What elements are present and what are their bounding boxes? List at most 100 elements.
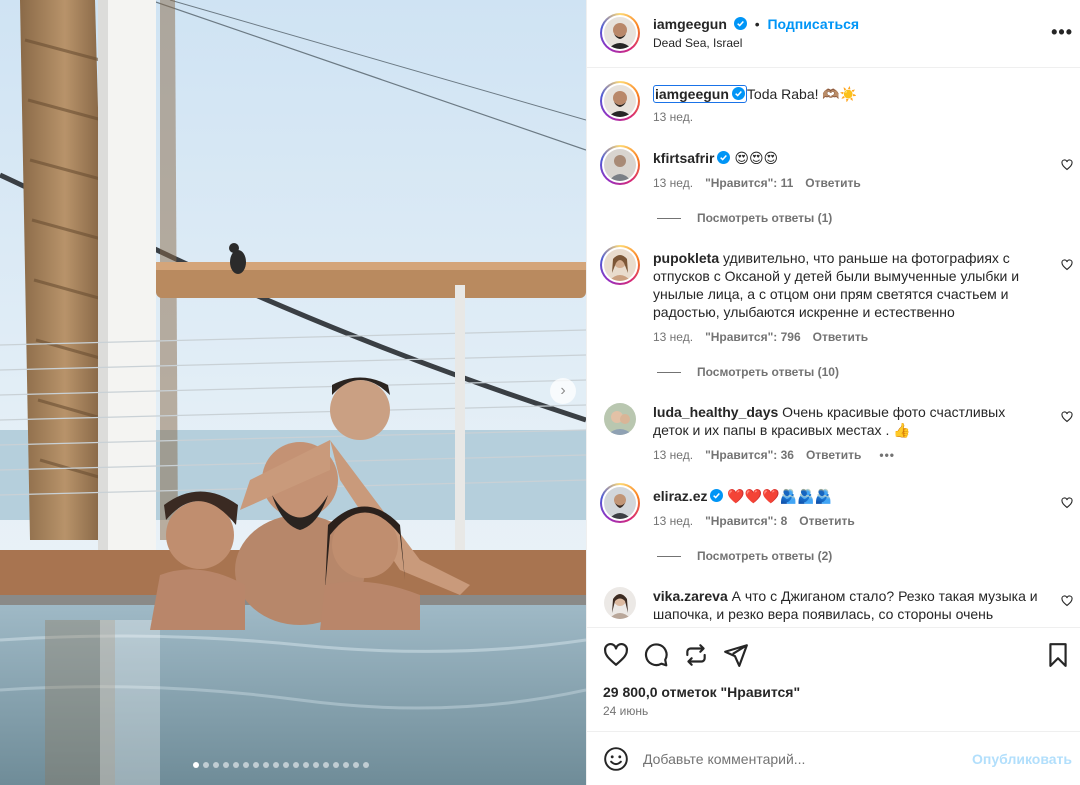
author-avatar[interactable] bbox=[600, 13, 640, 53]
view-replies-button[interactable]: Посмотреть ответы (1) bbox=[657, 211, 832, 225]
reply-button[interactable]: Ответить bbox=[799, 514, 854, 528]
like-comment-heart-icon[interactable] bbox=[1061, 159, 1073, 171]
like-comment-heart-icon[interactable] bbox=[1061, 497, 1073, 509]
avatar-image bbox=[604, 403, 636, 435]
follow-button[interactable]: Подписаться bbox=[767, 16, 859, 32]
view-replies-button[interactable]: Посмотреть ответы (2) bbox=[657, 549, 832, 563]
dot-separator: • bbox=[754, 16, 760, 32]
post-location[interactable]: Dead Sea, Israel bbox=[653, 36, 742, 50]
more-options-icon[interactable]: ••• bbox=[1051, 22, 1073, 43]
carousel-dot bbox=[263, 762, 269, 768]
view-replies-label[interactable]: Посмотреть ответы (2) bbox=[697, 549, 832, 563]
author-username[interactable]: iamgeegun bbox=[653, 16, 727, 32]
publish-button[interactable]: Опубликовать bbox=[972, 751, 1072, 767]
replies-line bbox=[657, 217, 681, 219]
comment-meta: 13 нед. "Нравится": 36 Ответить ••• bbox=[653, 448, 895, 462]
like-heart-icon[interactable] bbox=[603, 642, 629, 668]
photo-image bbox=[0, 0, 586, 785]
carousel-dot bbox=[203, 762, 209, 768]
comment-username[interactable]: vika.zareva bbox=[653, 588, 728, 604]
comment-time[interactable]: 13 нед. bbox=[653, 514, 693, 528]
comment-avatar[interactable] bbox=[604, 587, 636, 619]
reply-button[interactable]: Ответить bbox=[813, 330, 868, 344]
verified-badge-icon bbox=[731, 87, 745, 100]
carousel-dot bbox=[303, 762, 309, 768]
post-header: iamgeegun • Подписаться Dead Sea, Israel… bbox=[587, 0, 1080, 68]
verified-badge-icon bbox=[733, 17, 747, 30]
view-replies-label[interactable]: Посмотреть ответы (10) bbox=[697, 365, 839, 379]
reply-button[interactable]: Ответить bbox=[805, 176, 860, 190]
caption-body: iamgeegun Toda Raba! 🫶🏽☀️ bbox=[653, 85, 1043, 103]
likes-count[interactable]: 29 800,0 отметок "Нравится" bbox=[603, 684, 800, 700]
carousel-dot bbox=[243, 762, 249, 768]
post-photo[interactable]: › bbox=[0, 0, 586, 785]
comment-username[interactable]: pupokleta bbox=[653, 250, 719, 266]
caption-username-link[interactable]: iamgeegun bbox=[653, 85, 747, 103]
add-comment-bar: Опубликовать bbox=[587, 731, 1080, 785]
like-comment-heart-icon[interactable] bbox=[1061, 595, 1073, 607]
caption-text: Toda Raba! 🫶🏽☀️ bbox=[746, 86, 858, 102]
repost-icon[interactable] bbox=[683, 642, 709, 668]
caption-username[interactable]: iamgeegun bbox=[655, 86, 729, 102]
header-user-row: iamgeegun • Подписаться bbox=[653, 16, 859, 32]
view-replies-button[interactable]: Посмотреть ответы (10) bbox=[657, 365, 839, 379]
carousel-dot bbox=[213, 762, 219, 768]
caption-avatar[interactable] bbox=[600, 81, 640, 121]
comment-meta: 13 нед. "Нравится": 796 Ответить bbox=[653, 330, 868, 344]
reply-button[interactable]: Ответить bbox=[806, 448, 861, 462]
carousel-dot bbox=[313, 762, 319, 768]
caption-meta: 13 нед. bbox=[653, 110, 693, 124]
comment-text: 😍😍😍 bbox=[734, 150, 779, 166]
replies-line bbox=[657, 555, 681, 557]
view-replies-label[interactable]: Посмотреть ответы (1) bbox=[697, 211, 832, 225]
comment-text: ❤️❤️❤️🫂🫂🫂 bbox=[727, 488, 832, 504]
carousel-dot bbox=[283, 762, 289, 768]
comment-likes[interactable]: "Нравится": 8 bbox=[705, 514, 787, 528]
carousel-dots bbox=[193, 762, 369, 768]
caption-time[interactable]: 13 нед. bbox=[653, 110, 693, 124]
comment-time[interactable]: 13 нед. bbox=[653, 176, 693, 190]
comment-input[interactable] bbox=[643, 746, 953, 772]
comment-body: luda_healthy_days Очень красивые фото сч… bbox=[653, 403, 1033, 439]
comment-body: kfirtsafrir 😍😍😍 bbox=[653, 149, 1043, 167]
like-comment-heart-icon[interactable] bbox=[1061, 259, 1073, 271]
comments-list[interactable]: iamgeegunToda Raba! 🫶🏽☀️ 13 нед. kfirts bbox=[587, 69, 1080, 627]
comment-username[interactable]: luda_healthy_days bbox=[653, 404, 778, 420]
comment-avatar[interactable] bbox=[600, 483, 640, 523]
chevron-right-icon: › bbox=[560, 382, 566, 399]
comment-time[interactable]: 13 нед. bbox=[653, 330, 693, 344]
avatar-image bbox=[604, 249, 636, 281]
comment-likes[interactable]: "Нравится": 796 bbox=[705, 330, 801, 344]
comment-likes[interactable]: "Нравится": 11 bbox=[705, 176, 793, 190]
comment-avatar[interactable] bbox=[604, 403, 636, 435]
share-send-icon[interactable] bbox=[723, 642, 749, 668]
comment-username[interactable]: kfirtsafrir bbox=[653, 150, 714, 166]
comment-bubble-icon[interactable] bbox=[643, 642, 669, 668]
comment-body: pupokleta удивительно, что раньше на фот… bbox=[653, 249, 1043, 321]
post-date[interactable]: 24 июнь bbox=[603, 704, 648, 718]
post-actions: 29 800,0 отметок "Нравится" 24 июнь bbox=[587, 627, 1080, 747]
comment-time[interactable]: 13 нед. bbox=[653, 448, 693, 462]
carousel-dot bbox=[333, 762, 339, 768]
comment-body: vika.zareva А что с Джиганом стало? Резк… bbox=[653, 587, 1043, 623]
carousel-dot bbox=[233, 762, 239, 768]
avatar-image bbox=[604, 17, 636, 49]
carousel-dot bbox=[223, 762, 229, 768]
emoji-picker-icon[interactable] bbox=[603, 746, 629, 772]
verified-badge-icon bbox=[717, 151, 731, 164]
comment-avatar[interactable] bbox=[600, 145, 640, 185]
carousel-dot bbox=[343, 762, 349, 768]
comment-options-icon[interactable]: ••• bbox=[879, 448, 895, 462]
next-photo-button[interactable]: › bbox=[550, 378, 576, 404]
comment-username[interactable]: eliraz.ez bbox=[653, 488, 707, 504]
save-bookmark-icon[interactable] bbox=[1045, 642, 1071, 668]
comment-avatar[interactable] bbox=[600, 245, 640, 285]
carousel-dot bbox=[323, 762, 329, 768]
carousel-dot bbox=[293, 762, 299, 768]
comment-meta: 13 нед. "Нравится": 8 Ответить bbox=[653, 514, 855, 528]
carousel-dot bbox=[363, 762, 369, 768]
instagram-post: › iamgeegun • Подписаться Dead Sea, Isra… bbox=[0, 0, 1080, 785]
comment-likes[interactable]: "Нравится": 36 bbox=[705, 448, 794, 462]
carousel-dot bbox=[193, 762, 199, 768]
like-comment-heart-icon[interactable] bbox=[1061, 411, 1073, 423]
